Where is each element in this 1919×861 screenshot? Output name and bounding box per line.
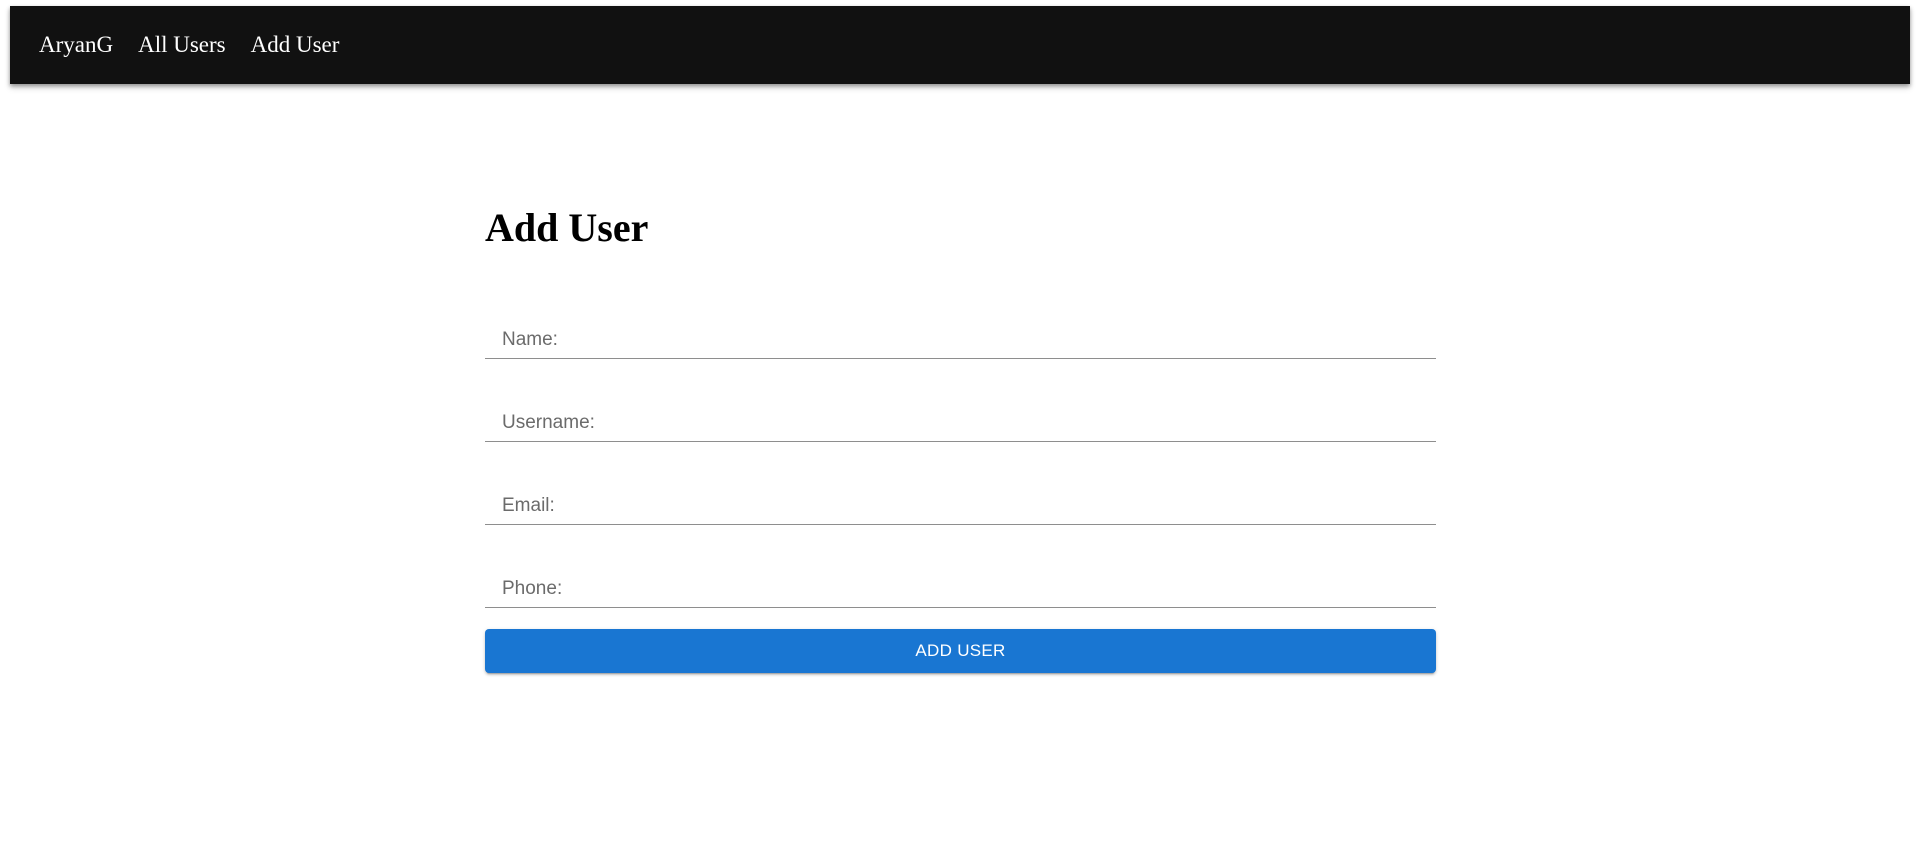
phone-input[interactable] xyxy=(485,548,1436,607)
nav-link-all-users[interactable]: All Users xyxy=(138,32,226,58)
name-field-container xyxy=(485,299,1436,359)
phone-field-container xyxy=(485,548,1436,608)
top-navbar: AryanG All Users Add User xyxy=(10,6,1910,84)
add-user-button[interactable]: Add User xyxy=(485,629,1436,673)
username-field-container xyxy=(485,382,1436,442)
username-input[interactable] xyxy=(485,382,1436,441)
email-input[interactable] xyxy=(485,465,1436,524)
nav-link-add-user[interactable]: Add User xyxy=(251,32,340,58)
nav-brand-link[interactable]: AryanG xyxy=(39,32,113,58)
add-user-form: Add User Add User xyxy=(485,200,1436,673)
name-input[interactable] xyxy=(485,299,1436,358)
email-field-container xyxy=(485,465,1436,525)
page-title: Add User xyxy=(485,205,649,250)
